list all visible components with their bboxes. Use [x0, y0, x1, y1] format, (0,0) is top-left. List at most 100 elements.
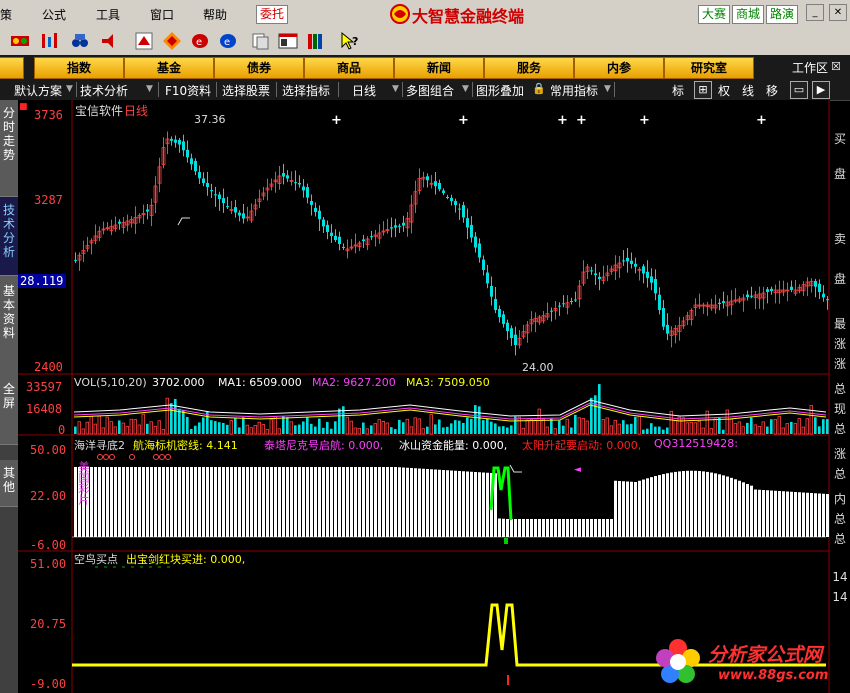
menu-window[interactable]: 窗口	[150, 6, 174, 23]
tech-analysis-select[interactable]: 技术分析	[80, 82, 128, 99]
indicator-bar	[762, 490, 765, 537]
binoculars-icon[interactable]	[70, 31, 90, 51]
copy-icon[interactable]	[250, 31, 270, 51]
volume-bar	[434, 424, 437, 434]
search-icon[interactable]: e	[190, 31, 210, 51]
indicator-bar	[662, 474, 665, 537]
indicator-bar	[386, 467, 389, 537]
right-col-label: 盘	[833, 272, 846, 286]
right-col-label: 涨	[833, 357, 846, 371]
volume-bar	[198, 422, 201, 434]
volume-icon[interactable]	[100, 31, 120, 51]
crosshair-icon[interactable]: ⊞	[694, 81, 712, 99]
nav-insider[interactable]: 内参	[574, 57, 664, 79]
quote-icon[interactable]	[10, 31, 30, 51]
candle-body	[178, 139, 181, 145]
indicator-bar	[350, 467, 353, 537]
indicator-bar	[234, 467, 237, 537]
watermark: 分析家公式网 www.88gs.com	[652, 636, 846, 688]
indicator-bar	[454, 470, 457, 537]
indicator-bar	[506, 519, 509, 537]
tab-mall[interactable]: 商城	[732, 5, 765, 24]
expand-icon[interactable]: ▭	[790, 81, 808, 99]
minimize-icon[interactable]: _	[806, 4, 824, 21]
right-col-label: 总	[833, 422, 846, 436]
right-col-label: 涨	[833, 337, 846, 351]
candle-body	[814, 281, 817, 287]
indicator-bar	[370, 467, 373, 537]
nav-commodity[interactable]: 商品	[304, 57, 394, 79]
web-icon[interactable]: e	[218, 31, 238, 51]
help-cursor-icon[interactable]: ?	[340, 31, 360, 51]
close-icon[interactable]: ✕	[829, 4, 847, 21]
news-icon[interactable]	[134, 31, 154, 51]
chevron-down-icon[interactable]: ▼	[392, 84, 399, 94]
tab-contest[interactable]: 大赛	[698, 5, 731, 24]
period-select[interactable]: 日线	[352, 82, 376, 99]
volume-bar	[574, 414, 577, 434]
menu-strategy[interactable]: 策	[0, 6, 12, 23]
indicator-bar	[222, 467, 225, 537]
volume-bar	[510, 425, 513, 434]
diamond-icon[interactable]	[162, 31, 182, 51]
common-indicator-select[interactable]: 常用指标	[550, 82, 598, 99]
menu-formula[interactable]: 公式	[42, 6, 66, 23]
scheme-select[interactable]: 默认方案	[14, 82, 62, 99]
lock-icon[interactable]: 🔒	[532, 82, 546, 95]
delegate-button[interactable]: 委托	[256, 5, 289, 24]
play-icon[interactable]: ▶	[812, 81, 830, 99]
menu-tools[interactable]: 工具	[96, 6, 120, 23]
nav-fund[interactable]: 基金	[124, 57, 214, 79]
indicator-bar	[714, 473, 717, 537]
ind1-item-0: 航海标机密线: 4.141	[133, 439, 238, 452]
candle-body	[214, 194, 217, 196]
chevron-down-icon[interactable]: ▼	[146, 84, 153, 94]
window-icon[interactable]	[278, 31, 298, 51]
kline-icon[interactable]	[40, 31, 60, 51]
move-button[interactable]: 移	[766, 82, 778, 99]
candle-body	[302, 186, 305, 191]
indicator-bar	[726, 476, 729, 537]
nav-index[interactable]: 指数	[34, 57, 124, 79]
volume-bar	[402, 422, 405, 434]
mark-button[interactable]: 标	[672, 82, 684, 99]
select-stock-button[interactable]: 选择股票	[222, 82, 270, 99]
candle-body	[482, 259, 485, 270]
indicator-bar	[582, 519, 585, 537]
indicator-bar	[758, 489, 761, 537]
multi-chart-select[interactable]: 多图组合	[406, 82, 454, 99]
chevron-down-icon[interactable]: ▼	[604, 84, 611, 94]
nav-service[interactable]: 服务	[484, 57, 574, 79]
price-y-mid: 3287	[34, 193, 63, 207]
nav-research[interactable]: 研究室	[664, 57, 754, 79]
line-button[interactable]: 线	[742, 82, 754, 99]
nav-news[interactable]: 新闻	[394, 57, 484, 79]
indicator-bar	[738, 480, 741, 537]
indicator-bar	[238, 467, 241, 537]
rights-button[interactable]: 权	[718, 82, 730, 99]
chevron-down-icon[interactable]: ▼	[66, 84, 73, 94]
chart-canvas[interactable]: + + + + + + ◄	[0, 100, 850, 693]
workarea-label[interactable]: 工作区	[792, 59, 828, 76]
volume-bar	[338, 408, 341, 434]
indicator-bar	[450, 470, 453, 537]
overlay-button[interactable]: 图形叠加	[476, 82, 524, 99]
candle-body	[186, 149, 189, 158]
select-indicator-button[interactable]: 选择指标	[282, 82, 330, 99]
chevron-down-icon[interactable]: ▼	[462, 84, 469, 94]
nav-bond[interactable]: 债券	[214, 57, 304, 79]
books-icon[interactable]	[306, 31, 326, 51]
indicator-bar	[602, 519, 605, 537]
price-y-low: 2400	[34, 360, 63, 374]
f10-button[interactable]: F10资料	[165, 82, 211, 99]
candle-body	[722, 301, 725, 303]
menu-help[interactable]: 帮助	[203, 6, 227, 23]
nav-left-stub[interactable]	[0, 57, 24, 79]
candle-body	[466, 218, 469, 228]
indicator-bar	[378, 467, 381, 537]
panel-close-icon[interactable]: ■	[19, 102, 28, 112]
tab-roadshow[interactable]: 路演	[766, 5, 799, 24]
workarea-close-icon[interactable]: ☒	[831, 60, 841, 73]
indicator-bar	[426, 469, 429, 537]
indicator-bar	[322, 467, 325, 537]
